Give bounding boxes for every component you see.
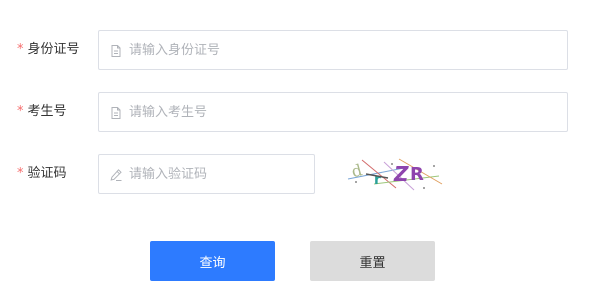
svg-text:Z: Z xyxy=(393,162,409,186)
required-mark: * xyxy=(17,104,24,119)
id-card-input[interactable] xyxy=(129,31,559,69)
captcha-field[interactable] xyxy=(98,154,315,194)
captcha-row: *验证码 d r xyxy=(0,154,589,194)
exam-number-field[interactable] xyxy=(98,92,568,132)
captcha-label-text: 验证码 xyxy=(27,166,67,181)
captcha-label: * 验证码 xyxy=(17,154,67,194)
exam-number-row: * 考生号 xyxy=(0,92,589,132)
query-button[interactable]: 查询 xyxy=(150,241,275,281)
id-card-label: * 身份证号 xyxy=(17,30,80,70)
exam-number-label-text: 考生号 xyxy=(27,104,67,119)
required-mark: * xyxy=(17,42,24,57)
svg-text:r: r xyxy=(374,172,381,188)
query-form: *身份证号 *考生号 xyxy=(0,0,589,291)
required-mark: * xyxy=(17,166,24,181)
id-card-row: * 身份证号 xyxy=(0,30,589,70)
exam-number-label: * 考生号 xyxy=(17,92,67,132)
document-icon xyxy=(109,43,123,57)
reset-button[interactable]: 重置 xyxy=(310,241,435,281)
captcha-image[interactable]: d r Z R xyxy=(344,154,444,194)
svg-text:R: R xyxy=(410,164,424,185)
captcha-graphic: d r Z R xyxy=(347,158,443,191)
captcha-input[interactable] xyxy=(129,155,307,193)
id-card-label-text: 身份证号 xyxy=(27,42,80,57)
document-icon xyxy=(109,105,123,119)
id-card-field[interactable] xyxy=(98,30,568,70)
exam-number-input[interactable] xyxy=(129,93,559,131)
pencil-icon xyxy=(109,167,123,181)
